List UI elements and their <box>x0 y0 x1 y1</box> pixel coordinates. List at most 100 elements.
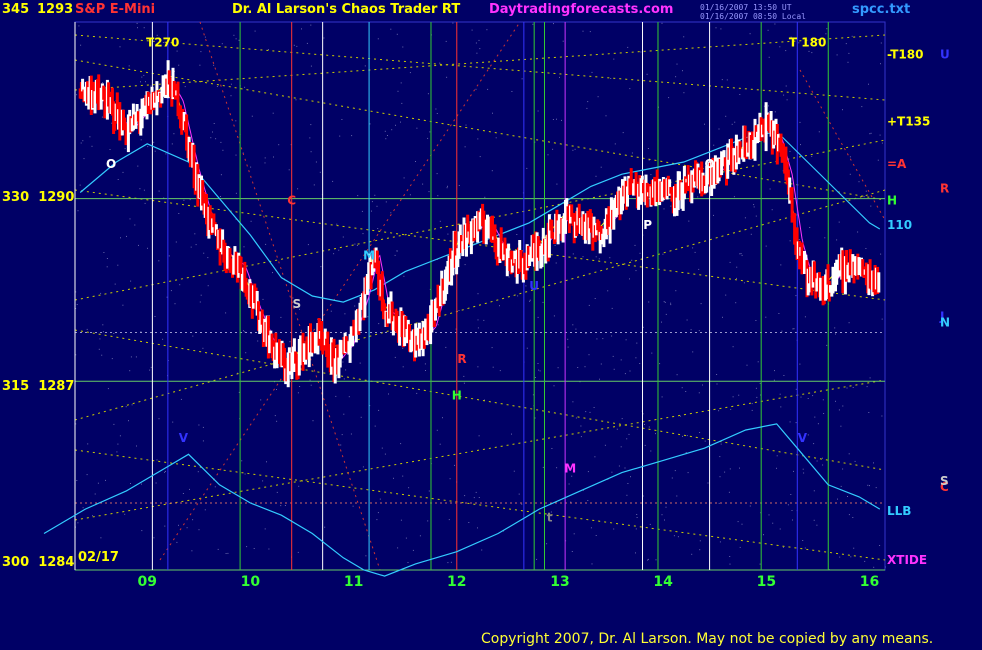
background-dot <box>556 118 557 120</box>
background-dot <box>595 256 597 258</box>
background-dot <box>280 316 282 318</box>
background-dot <box>397 547 399 549</box>
background-dot <box>726 79 728 81</box>
background-dot <box>492 366 494 368</box>
background-dot <box>629 370 631 372</box>
background-dot <box>128 420 129 422</box>
background-dot <box>848 514 850 516</box>
background-dot <box>741 254 743 256</box>
background-dot <box>354 305 356 307</box>
background-dot <box>732 346 734 348</box>
background-dot <box>628 433 630 435</box>
background-dot <box>636 514 638 515</box>
background-dot <box>436 113 438 114</box>
background-dot <box>716 383 718 385</box>
background-dot <box>534 377 536 378</box>
background-dot <box>798 239 800 240</box>
background-dot <box>739 253 741 255</box>
background-dot <box>811 155 813 157</box>
background-dot <box>774 111 776 113</box>
background-dot <box>826 28 828 30</box>
timestamp-ut: 01/16/2007 13:50 UT <box>700 3 792 12</box>
background-dot <box>879 545 881 546</box>
background-dot <box>254 30 256 32</box>
background-dot <box>111 358 113 360</box>
background-dot <box>585 411 587 413</box>
background-dot <box>319 171 321 173</box>
background-dot <box>478 39 480 41</box>
background-dot <box>626 438 628 440</box>
background-dot <box>436 429 438 431</box>
background-dot <box>767 29 769 31</box>
background-dot <box>646 73 648 75</box>
background-dot <box>402 475 404 477</box>
background-dot <box>230 83 232 85</box>
background-dot <box>241 460 243 462</box>
background-dot <box>818 131 820 133</box>
background-dot <box>362 466 364 468</box>
background-dot <box>117 264 119 266</box>
background-dot <box>147 247 148 249</box>
background-dot <box>685 391 687 392</box>
background-dot <box>487 88 489 90</box>
background-dot <box>101 116 103 118</box>
background-dot <box>245 352 247 354</box>
right-margin-label: -T180 <box>887 48 923 62</box>
background-dot <box>826 344 828 346</box>
background-dot <box>682 70 683 72</box>
background-dot <box>675 76 677 78</box>
background-dot <box>137 27 138 29</box>
background-dot <box>698 330 700 332</box>
background-dot <box>661 514 663 516</box>
background-dot <box>477 527 478 529</box>
background-dot <box>180 398 182 400</box>
background-dot <box>213 123 215 124</box>
background-dot <box>477 138 479 140</box>
background-dot <box>405 537 407 539</box>
background-dot <box>266 461 267 463</box>
background-dot <box>250 332 252 334</box>
background-dot <box>178 213 180 214</box>
background-dot <box>250 220 252 222</box>
background-dot <box>145 81 146 83</box>
background-dot <box>707 482 709 484</box>
background-dot <box>117 443 119 445</box>
background-dot <box>816 460 818 462</box>
background-dot <box>230 95 232 97</box>
background-dot <box>756 396 758 398</box>
background-dot <box>435 108 437 110</box>
background-dot <box>838 409 840 411</box>
background-dot <box>880 253 882 255</box>
background-dot <box>207 285 209 287</box>
background-dot <box>739 94 741 95</box>
background-dot <box>755 320 757 321</box>
background-dot <box>176 541 178 543</box>
background-dot <box>359 362 361 364</box>
background-dot <box>685 452 687 453</box>
background-dot <box>481 549 483 551</box>
background-dot <box>471 29 473 31</box>
background-dot <box>134 224 136 226</box>
background-dot <box>113 333 115 334</box>
background-dot <box>809 227 811 228</box>
background-dot <box>107 388 109 390</box>
background-dot <box>293 44 295 46</box>
right-margin-label: LLB <box>887 504 911 518</box>
background-dot <box>870 132 872 134</box>
background-dot <box>210 137 212 139</box>
background-dot <box>739 467 740 469</box>
annotation-label: V <box>798 431 808 445</box>
background-dot <box>873 462 874 464</box>
background-dot <box>624 467 626 469</box>
background-dot <box>631 259 633 261</box>
background-dot <box>176 50 178 52</box>
background-dot <box>802 468 804 470</box>
background-dot <box>125 406 127 408</box>
background-dot <box>220 196 221 197</box>
background-dot <box>189 488 190 490</box>
background-dot <box>476 52 478 54</box>
background-dot <box>129 370 131 372</box>
background-dot <box>198 529 200 531</box>
background-dot <box>204 509 206 511</box>
background-dot <box>551 448 553 449</box>
